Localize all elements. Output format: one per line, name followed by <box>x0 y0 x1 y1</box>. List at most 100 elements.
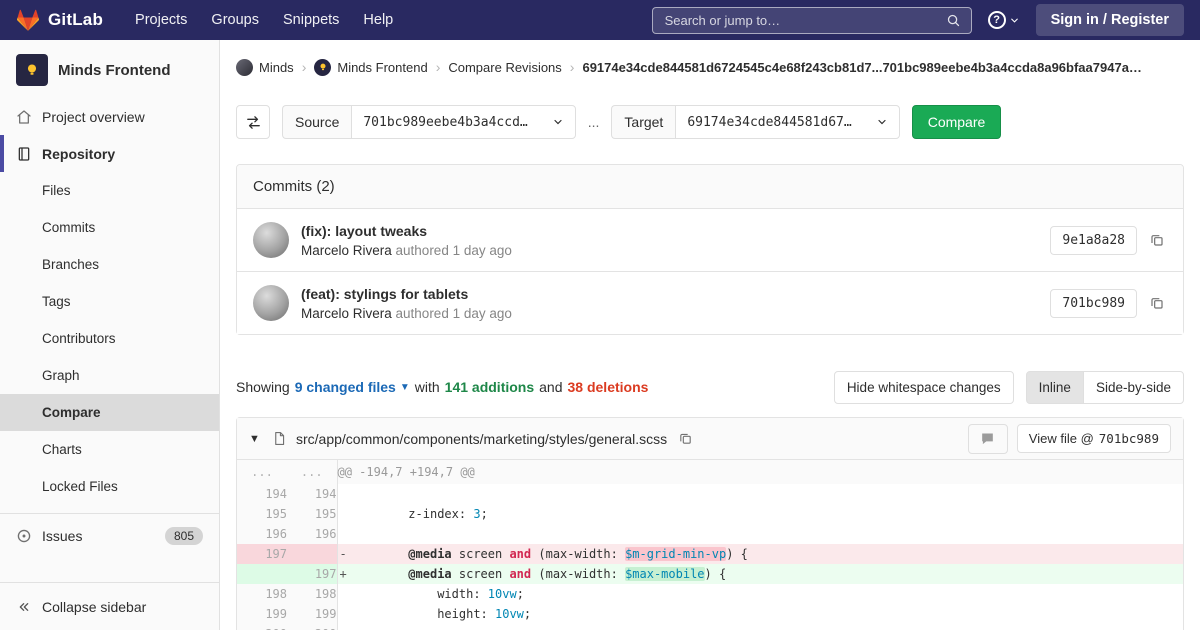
source-sha: 701bc989eebe4b3a4ccd… <box>363 115 527 130</box>
commit-meta: Marcelo Rivera authored 1 day ago <box>301 306 512 321</box>
caret-down-icon: ▼ <box>400 382 410 393</box>
sidebar-item-graph[interactable]: Graph <box>0 357 219 394</box>
help-menu[interactable]: ? <box>988 11 1020 29</box>
sidebar-item-repository[interactable]: Repository <box>0 135 219 172</box>
sidebar-item-compare[interactable]: Compare <box>0 394 219 431</box>
commit-sha-label[interactable]: 9e1a8a28 <box>1050 226 1137 255</box>
nav-item-projects[interactable]: Projects <box>123 2 199 38</box>
code-line: height: 10vw; <box>337 604 1183 624</box>
commits-panel: Commits (2) (fix): layout tweaks Marcelo … <box>236 164 1184 335</box>
diff-hunk-row: ......@@ -194,7 +194,7 @@ <box>237 460 1183 484</box>
sidebar-item-branches[interactable]: Branches <box>0 246 219 283</box>
old-line-number[interactable] <box>237 564 287 584</box>
sidebar-item-label: Graph <box>42 368 80 383</box>
code-line: width: 10vw; <box>337 584 1183 604</box>
global-search[interactable] <box>652 7 972 34</box>
search-icon <box>946 13 961 28</box>
copy-file-path-button[interactable] <box>676 429 695 448</box>
breadcrumb-label: Minds Frontend <box>337 60 427 75</box>
old-line-number[interactable]: 200 <box>237 624 287 630</box>
lightbulb-icon <box>318 62 328 72</box>
commits-panel-title: Commits (2) <box>237 165 1183 209</box>
chevron-down-icon <box>552 116 564 128</box>
swap-arrows-icon <box>245 114 262 131</box>
question-circle-icon: ? <box>988 11 1006 29</box>
issues-count-badge: 805 <box>165 527 203 545</box>
diff-summary-bar: Showing 9 changed files ▼ with 141 addit… <box>236 371 1184 403</box>
diff-table: ......@@ -194,7 +194,7 @@194194 195195 z… <box>237 460 1183 630</box>
new-line-number[interactable]: 195 <box>287 504 337 524</box>
new-line-number[interactable]: 194 <box>287 484 337 504</box>
search-input[interactable] <box>663 12 946 29</box>
chevron-down-icon <box>1009 15 1020 26</box>
sidebar-item-project-overview[interactable]: Project overview <box>0 98 219 135</box>
view-file-button[interactable]: View file @ 701bc989 <box>1017 424 1171 453</box>
breadcrumb-compare-revisions[interactable]: Compare Revisions <box>448 60 561 75</box>
source-branch-dropdown[interactable]: 701bc989eebe4b3a4ccd… <box>351 105 575 139</box>
old-line-number[interactable]: 194 <box>237 484 287 504</box>
breadcrumb-separator-icon: › <box>570 59 575 75</box>
new-line-number[interactable]: 198 <box>287 584 337 604</box>
revision-range-dots: ... <box>588 114 600 130</box>
inline-view-button[interactable]: Inline <box>1026 371 1084 404</box>
new-line-number[interactable]: 199 <box>287 604 337 624</box>
copy-sha-button[interactable] <box>1147 293 1167 313</box>
lightbulb-icon <box>23 61 41 79</box>
side-by-side-view-button[interactable]: Side-by-side <box>1083 371 1184 404</box>
sidebar-item-commits[interactable]: Commits <box>0 209 219 246</box>
new-line-number[interactable]: 200 <box>287 624 337 630</box>
compare-button[interactable]: Compare <box>912 105 1002 139</box>
sidebar-item-tags[interactable]: Tags <box>0 283 219 320</box>
new-line-number[interactable]: 197 <box>287 564 337 584</box>
changed-files-dropdown[interactable]: 9 changed files ▼ <box>295 379 410 395</box>
diff-file-path[interactable]: src/app/common/components/marketing/styl… <box>296 431 667 447</box>
file-document-icon <box>272 431 287 446</box>
sidebar-item-charts[interactable]: Charts <box>0 431 219 468</box>
project-header[interactable]: Minds Frontend <box>0 40 219 98</box>
old-line-number[interactable]: 195 <box>237 504 287 524</box>
breadcrumb-minds-frontend[interactable]: Minds Frontend <box>314 59 427 76</box>
gitlab-home-link[interactable]: GitLab <box>16 9 103 32</box>
sign-in-register-button[interactable]: Sign in / Register <box>1036 4 1184 36</box>
old-line-number[interactable]: 198 <box>237 584 287 604</box>
old-line-number[interactable]: 197 <box>237 544 287 564</box>
code-line: + @media screen and (max-width: $max-mob… <box>337 564 1183 584</box>
breadcrumb-minds[interactable]: Minds <box>236 59 294 76</box>
new-line-number[interactable]: 196 <box>287 524 337 544</box>
sidebar-item-contributors[interactable]: Contributors <box>0 320 219 357</box>
commit-author-avatar[interactable] <box>253 285 289 321</box>
nav-item-snippets[interactable]: Snippets <box>271 2 351 38</box>
diff-line-row: 195195 z-index: 3; <box>237 504 1183 524</box>
commit-title-link[interactable]: (fix): layout tweaks <box>301 223 512 239</box>
old-line-number[interactable]: 199 <box>237 604 287 624</box>
collapse-sidebar-button[interactable]: Collapse sidebar <box>0 582 219 630</box>
view-file-label: View file @ <box>1029 431 1094 446</box>
collapse-diff-caret-icon[interactable]: ▼ <box>249 433 263 445</box>
nav-item-help[interactable]: Help <box>351 2 405 38</box>
sidebar-item-locked-files[interactable]: Locked Files <box>0 468 219 505</box>
target-branch-dropdown[interactable]: 69174e34cde844581d67… <box>675 105 899 139</box>
code-line <box>337 524 1183 544</box>
issues-icon <box>16 528 32 544</box>
toggle-comments-button[interactable] <box>968 424 1008 454</box>
sidebar-item-files[interactable]: Files <box>0 172 219 209</box>
commit-author-link[interactable]: Marcelo Rivera <box>301 306 392 321</box>
sidebar-item-label: Project overview <box>42 109 145 125</box>
swap-revisions-button[interactable] <box>236 105 270 139</box>
diff-line-row: 196196 <box>237 524 1183 544</box>
target-sha: 69174e34cde844581d67… <box>687 115 851 130</box>
copy-sha-button[interactable] <box>1147 230 1167 250</box>
commit-author-link[interactable]: Marcelo Rivera <box>301 243 392 258</box>
view-file-sha: 701bc989 <box>1099 431 1159 446</box>
minds-group-avatar <box>236 59 253 76</box>
old-line-number[interactable]: 196 <box>237 524 287 544</box>
commit-sha-label[interactable]: 701bc989 <box>1050 289 1137 318</box>
commit-title-link[interactable]: (feat): stylings for tablets <box>301 286 512 302</box>
home-icon <box>16 109 32 125</box>
commit-author-avatar[interactable] <box>253 222 289 258</box>
nav-item-groups[interactable]: Groups <box>199 2 271 38</box>
hide-whitespace-button[interactable]: Hide whitespace changes <box>834 371 1014 404</box>
old-line-number: ... <box>237 460 287 484</box>
sidebar-item-issues[interactable]: Issues 805 <box>0 513 219 557</box>
new-line-number[interactable] <box>287 544 337 564</box>
